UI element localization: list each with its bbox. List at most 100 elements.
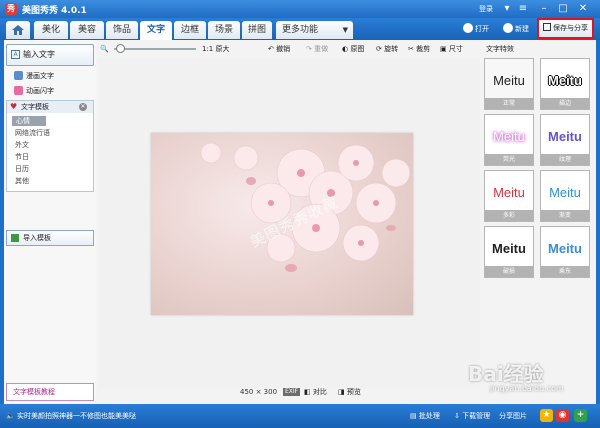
- effect-sample: Meitu: [548, 73, 582, 88]
- effect-gradient[interactable]: Meitu 渐变: [540, 170, 590, 222]
- status-tip[interactable]: 🔈 实时美颜拍照神器一不修图也能美美哒: [6, 411, 136, 421]
- maximize-icon[interactable]: □: [556, 2, 570, 15]
- effect-label: 荧光: [485, 154, 533, 165]
- more-features-menu[interactable]: 更多功能 ▼: [276, 21, 353, 39]
- login-link[interactable]: 登录: [479, 4, 493, 14]
- minimize-icon[interactable]: –: [537, 2, 551, 15]
- template-item[interactable]: 网络流行语: [15, 128, 50, 138]
- size-button[interactable]: ▣ 尺寸: [440, 42, 463, 56]
- menu-icon[interactable]: ≡: [516, 2, 530, 15]
- import-template-button[interactable]: 导入模板: [6, 230, 94, 246]
- effect-extra[interactable]: Meitu 乘东: [540, 226, 590, 278]
- zoom-icon[interactable]: 🔍: [100, 42, 109, 56]
- tab-beautify[interactable]: 美化: [34, 21, 68, 39]
- effect-label: 描边: [541, 98, 589, 109]
- effect-sample: Meitu: [493, 185, 525, 200]
- rotate-button[interactable]: ⟳ 旋转: [376, 42, 398, 56]
- text-effects-panel: 文字特效 Meitu 正常 Meitu 描边 Meitu 荧光 Meitu 纹理…: [480, 40, 596, 404]
- left-sidebar: A 输入文字 漫画文字 动画闪字 ♥ 文字模板 ✕ 心情 网络流行语 外文 节日…: [4, 40, 96, 404]
- folder-icon: [463, 23, 473, 33]
- effect-sample: Meitu: [493, 129, 525, 144]
- batch-button[interactable]: ▤ 批处理: [410, 411, 440, 421]
- save-share-button[interactable]: 保存与分享: [537, 18, 594, 39]
- effect-sample: Meitu: [493, 73, 525, 88]
- tab-text[interactable]: 文字: [140, 21, 172, 40]
- app-title: 美图秀秀 4.0.1: [22, 6, 87, 16]
- effect-label: 纹理: [541, 154, 589, 165]
- undo-button[interactable]: ↶ 撤销: [268, 42, 290, 56]
- preview-button[interactable]: ◨ 预览: [338, 387, 361, 397]
- original-image-button[interactable]: ◐ 原图: [342, 42, 364, 56]
- effect-normal[interactable]: Meitu 正常: [484, 58, 534, 110]
- home-tab[interactable]: [6, 21, 30, 39]
- original-size-button[interactable]: 1:1 原大: [202, 42, 230, 56]
- template-item[interactable]: 心情: [12, 116, 46, 126]
- text-a-icon: A: [11, 50, 20, 59]
- save-share-label: 保存与分享: [553, 24, 588, 32]
- site-watermark: jingyan.baidu.com: [490, 384, 564, 393]
- share-picture-button[interactable]: 分享图片: [499, 411, 527, 421]
- star-icon[interactable]: ★: [540, 409, 553, 422]
- close-icon[interactable]: ✕: [79, 103, 87, 111]
- download-manager-button[interactable]: ⇩ 下载管理: [454, 411, 490, 421]
- template-tutorial-button[interactable]: 文字模板教程: [6, 383, 94, 401]
- tab-collage[interactable]: 拼图: [242, 21, 272, 39]
- add-icon[interactable]: +: [574, 409, 587, 422]
- open-label: 打开: [475, 25, 489, 33]
- baidu-watermark: Bai经验: [468, 362, 544, 386]
- skin-icon[interactable]: ▾: [500, 2, 514, 15]
- size-label: 尺寸: [448, 45, 463, 53]
- tab-frame[interactable]: 边框: [174, 21, 206, 39]
- effect-colorful[interactable]: Meitu 多彩: [484, 170, 534, 222]
- compare-label: 对比: [312, 388, 327, 396]
- compare-button[interactable]: ◧ 对比: [304, 387, 327, 397]
- effect-broken[interactable]: Meitu 破损: [484, 226, 534, 278]
- crop-button[interactable]: ✂ 裁剪: [408, 42, 430, 56]
- animated-text-link[interactable]: 动画闪字: [14, 86, 54, 96]
- effect-texture[interactable]: Meitu 纹理: [540, 114, 590, 166]
- template-item[interactable]: 外文: [15, 140, 29, 150]
- template-item[interactable]: 其他: [15, 176, 29, 186]
- home-icon: [12, 25, 24, 35]
- exif-badge[interactable]: EXIF: [283, 388, 301, 396]
- weibo-icon[interactable]: ◉: [556, 409, 569, 422]
- comic-text-label: 漫画文字: [26, 72, 54, 80]
- editor-toolbar: 🔍 1:1 原大 ↶ 撤销 ↷ 重做 ◐ 原图 ⟳ 旋转 ✂ 裁剪 ▣ 尺寸: [98, 42, 480, 56]
- image-dimensions: 450 × 300: [240, 388, 278, 396]
- effect-sample: Meitu: [548, 241, 582, 256]
- download-label: 下载管理: [462, 412, 491, 420]
- close-icon[interactable]: ✕: [576, 2, 590, 15]
- comic-text-link[interactable]: 漫画文字: [14, 71, 54, 81]
- template-item[interactable]: 节日: [15, 152, 29, 162]
- effect-label: 多彩: [485, 210, 533, 221]
- text-effects-title: 文字特效: [486, 45, 514, 53]
- new-button[interactable]: 新建: [503, 22, 529, 36]
- effect-glow[interactable]: Meitu 荧光: [484, 114, 534, 166]
- cherry-blossom-photo[interactable]: 美图秀秀收藏: [151, 133, 413, 315]
- original-image-label: 原图: [350, 45, 365, 53]
- chevron-down-icon: ▼: [342, 26, 348, 34]
- effect-sample: Meitu: [492, 241, 526, 256]
- save-icon: [543, 23, 551, 31]
- tab-scene[interactable]: 场景: [208, 21, 240, 39]
- redo-label: 重做: [314, 45, 329, 53]
- open-button[interactable]: 打开: [463, 22, 489, 36]
- share-label: 分享图片: [499, 412, 527, 420]
- zoom-slider-handle[interactable]: [116, 44, 125, 53]
- redo-button[interactable]: ↷ 重做: [306, 42, 328, 56]
- template-header: ♥ 文字模板 ✕: [7, 101, 93, 113]
- effect-label: 正常: [485, 98, 533, 109]
- input-text-button[interactable]: A 输入文字: [6, 44, 94, 66]
- zoom-slider[interactable]: [114, 48, 196, 50]
- status-tip-text: 实时美颜拍照神器一不修图也能美美哒: [16, 412, 136, 420]
- effect-sample: Meitu: [549, 185, 581, 200]
- nav-bar: 美化 美容 饰品 文字 边框 场景 拼图 更多功能 ▼ 打开 新建: [0, 18, 600, 40]
- template-title: 文字模板: [21, 103, 49, 111]
- tab-accessories[interactable]: 饰品: [106, 21, 138, 39]
- effect-outline[interactable]: Meitu 描边: [540, 58, 590, 110]
- import-template-label: 导入模板: [23, 234, 51, 242]
- image-canvas[interactable]: 美图秀秀收藏: [98, 58, 480, 388]
- import-icon: [11, 234, 19, 242]
- tab-beauty[interactable]: 美容: [70, 21, 104, 39]
- template-item[interactable]: 日历: [15, 164, 29, 174]
